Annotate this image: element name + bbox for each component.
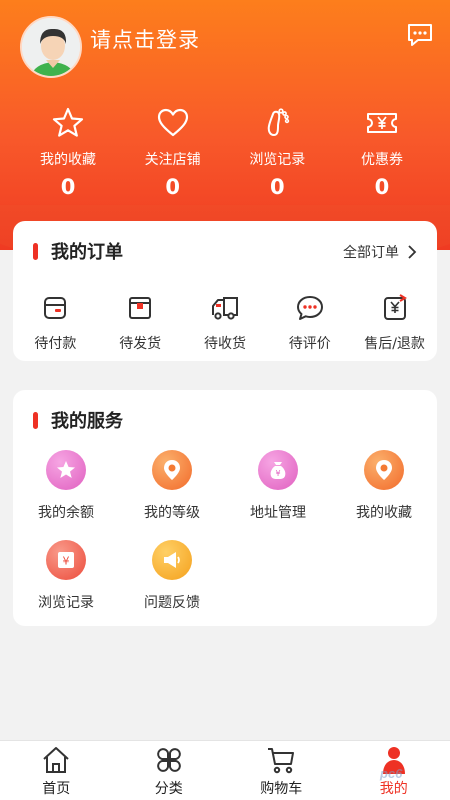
all-orders-link[interactable]: 全部订单 bbox=[343, 242, 417, 262]
stat-count: 0 bbox=[60, 175, 76, 199]
service-label: 我的收藏 bbox=[356, 505, 412, 521]
order-label: 待发货 bbox=[119, 336, 162, 352]
service-label: 我的余额 bbox=[38, 505, 94, 521]
service-label: 问题反馈 bbox=[144, 595, 200, 611]
stat-browse-history[interactable]: 浏览记录 0 bbox=[225, 105, 329, 205]
nav-category[interactable]: 分类 bbox=[113, 741, 226, 800]
order-pending-review[interactable]: 待评价 bbox=[267, 293, 352, 353]
stat-label: 浏览记录 bbox=[249, 152, 306, 168]
all-orders-label: 全部订单 bbox=[343, 245, 399, 261]
watermark: pc6 bbox=[380, 766, 403, 781]
address-icon: ¥ bbox=[258, 450, 298, 490]
title-accent-bar bbox=[33, 411, 38, 429]
service-balance[interactable]: 我的余额 bbox=[13, 450, 119, 540]
feedback-icon bbox=[152, 540, 192, 580]
stat-followed-shops[interactable]: 关注店铺 0 bbox=[121, 105, 225, 205]
service-feedback[interactable]: 问题反馈 bbox=[119, 540, 225, 630]
history-icon: ¥ bbox=[46, 540, 86, 580]
order-after-sales[interactable]: 售后/退款 bbox=[352, 293, 437, 353]
service-label: 我的等级 bbox=[144, 505, 200, 521]
nav-label: 分类 bbox=[154, 781, 183, 797]
category-icon bbox=[156, 748, 181, 772]
stat-favorites[interactable]: 我的收藏 0 bbox=[16, 105, 120, 205]
order-label: 售后/退款 bbox=[364, 336, 425, 352]
coupon-icon bbox=[366, 113, 397, 133]
orders-title: 我的订单 bbox=[33, 238, 123, 264]
nav-label: 我的 bbox=[379, 781, 408, 797]
comment-icon bbox=[296, 296, 323, 320]
favorite-icon bbox=[364, 450, 404, 490]
title-accent-bar bbox=[33, 242, 38, 260]
svg-text:¥: ¥ bbox=[275, 469, 280, 478]
home-icon bbox=[43, 747, 69, 773]
stat-coupons[interactable]: 优惠券 0 bbox=[330, 105, 434, 205]
order-status-row: 待付款 待发货 待收货 待评价 售后/退款 bbox=[13, 293, 437, 353]
nav-label: 首页 bbox=[42, 781, 71, 797]
service-address[interactable]: ¥ 地址管理 bbox=[225, 450, 331, 540]
nav-label: 购物车 bbox=[260, 781, 303, 797]
orders-card: 我的订单 全部订单 待付款 待发货 待收货 待评价 售后/退款 bbox=[13, 221, 437, 361]
message-icon[interactable] bbox=[406, 22, 434, 48]
stat-count: 0 bbox=[165, 175, 180, 199]
order-label: 待收货 bbox=[203, 336, 246, 352]
orders-title-text: 我的订单 bbox=[51, 242, 123, 263]
stat-count: 0 bbox=[374, 175, 390, 199]
order-label: 待付款 bbox=[34, 336, 77, 352]
nav-cart[interactable]: 购物车 bbox=[225, 741, 338, 800]
service-level[interactable]: 我的等级 bbox=[119, 450, 225, 540]
services-grid: 我的余额 我的等级 ¥ 地址管理 我的收藏 ¥ 浏览记录 问题反馈 bbox=[13, 450, 437, 630]
order-pending-shipment[interactable]: 待发货 bbox=[98, 293, 183, 353]
service-label: 地址管理 bbox=[250, 505, 306, 521]
stat-label: 我的收藏 bbox=[40, 152, 96, 168]
truck-icon bbox=[211, 297, 238, 320]
service-favorites[interactable]: 我的收藏 bbox=[331, 450, 437, 540]
service-label: 浏览记录 bbox=[38, 595, 94, 611]
balance-icon bbox=[46, 450, 86, 490]
login-prompt[interactable]: 请点击登录 bbox=[90, 24, 200, 54]
stat-label: 优惠券 bbox=[360, 152, 403, 168]
wallet-icon bbox=[44, 297, 67, 319]
services-title-text: 我的服务 bbox=[51, 411, 123, 432]
cart-icon bbox=[268, 748, 295, 774]
footprint-icon bbox=[268, 108, 290, 137]
stats-row: 我的收藏 0 关注店铺 0 浏览记录 0 优惠券 0 bbox=[16, 105, 434, 205]
order-pending-payment[interactable]: 待付款 bbox=[13, 293, 98, 353]
chevron-right-icon bbox=[408, 245, 417, 259]
stat-count: 0 bbox=[270, 175, 285, 199]
package-icon bbox=[129, 297, 152, 319]
refund-icon bbox=[383, 294, 407, 320]
order-label: 待评价 bbox=[288, 336, 331, 352]
service-history[interactable]: ¥ 浏览记录 bbox=[13, 540, 119, 630]
nav-home[interactable]: 首页 bbox=[0, 741, 113, 800]
stat-label: 关注店铺 bbox=[144, 152, 201, 168]
services-card: 我的服务 我的余额 我的等级 ¥ 地址管理 我的收藏 ¥ 浏览记录 问题反馈 bbox=[13, 390, 437, 626]
level-icon bbox=[152, 450, 192, 490]
order-pending-receipt[interactable]: 待收货 bbox=[183, 293, 268, 353]
svg-text:¥: ¥ bbox=[63, 555, 70, 568]
avatar[interactable] bbox=[20, 16, 82, 78]
star-icon bbox=[52, 107, 84, 137]
heart-icon bbox=[157, 108, 188, 137]
services-title: 我的服务 bbox=[33, 407, 123, 433]
